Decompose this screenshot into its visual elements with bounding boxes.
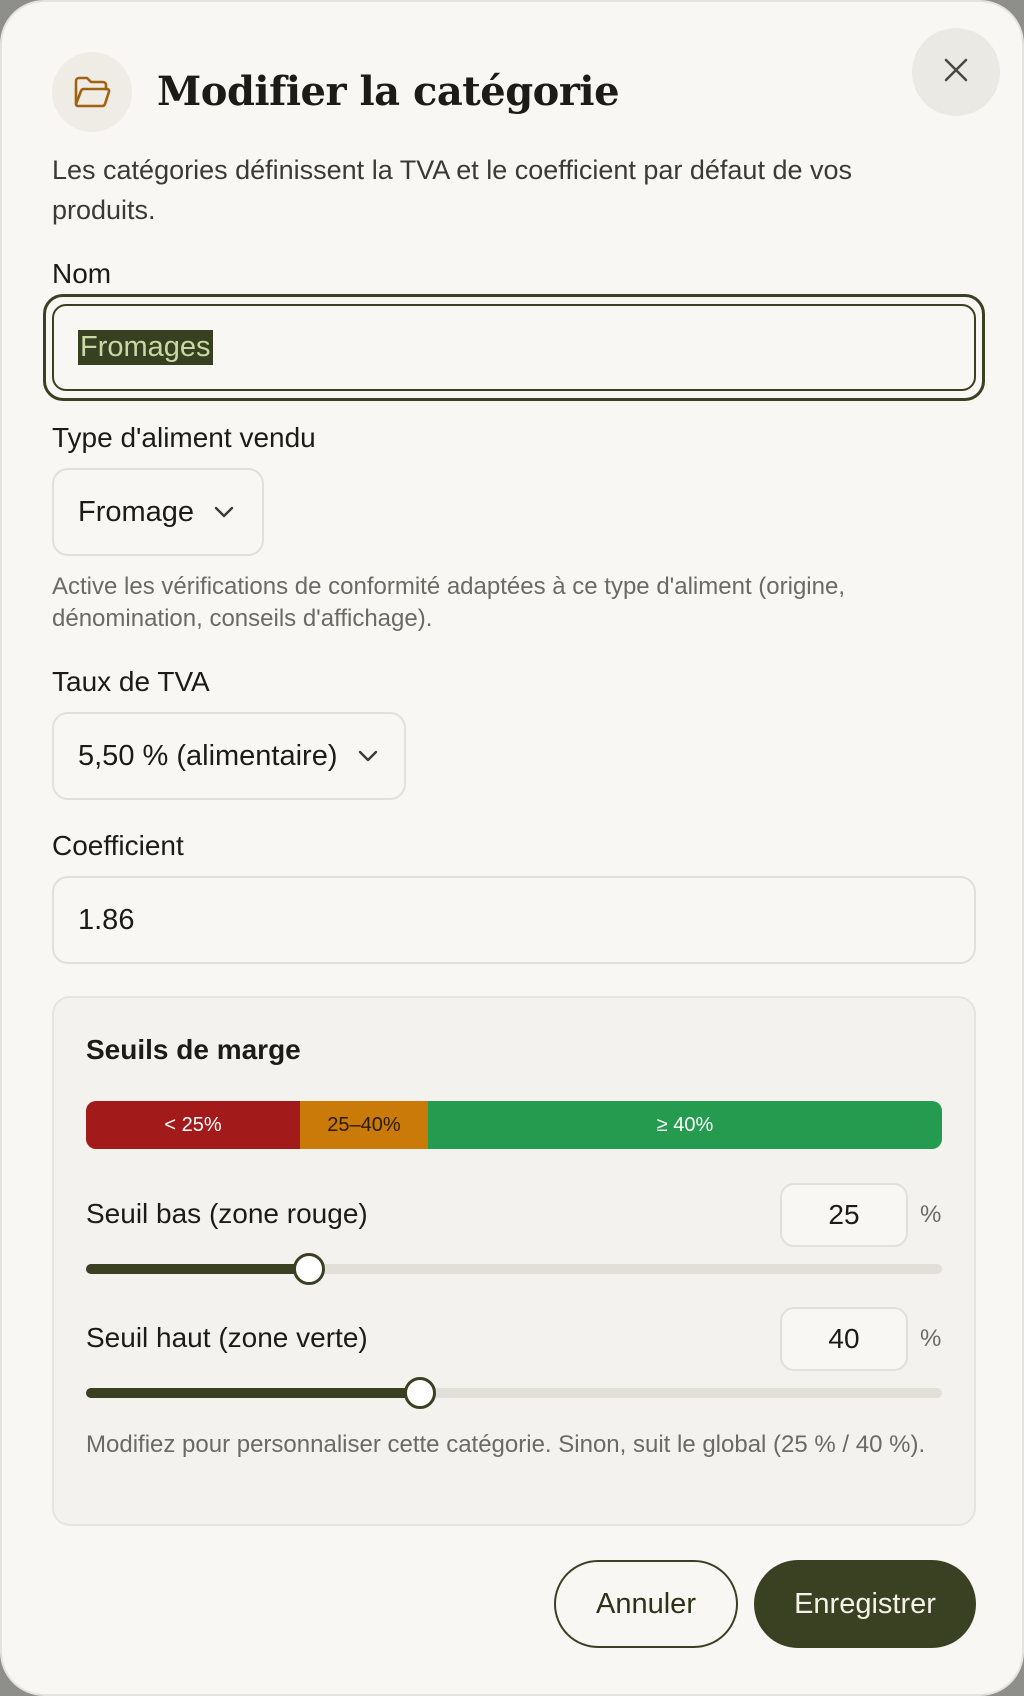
dialog-title: Modifier la catégorie <box>157 68 620 115</box>
name-input[interactable]: Fromages <box>52 304 976 391</box>
high-threshold-slider[interactable] <box>86 1377 942 1409</box>
zone-green-segment: ≥ 40% <box>428 1101 942 1149</box>
dialog-description: Les catégories définissent la TVA et le … <box>52 155 852 225</box>
chevron-down-icon <box>358 750 378 762</box>
zone-red-segment: < 25% <box>86 1101 300 1149</box>
name-label: Nom <box>52 258 112 289</box>
margin-zones-bar: < 25% 25–40% ≥ 40% <box>86 1101 942 1149</box>
high-threshold-label: Seuil haut (zone verte) <box>86 1322 368 1353</box>
edit-category-dialog: Modifier la catégorie Les catégories déf… <box>0 0 1024 1696</box>
vat-value: 5,50 % (alimentaire) <box>78 739 338 772</box>
food-type-select[interactable]: Fromage <box>52 468 264 556</box>
folder-open-icon <box>52 52 132 132</box>
save-button[interactable]: Enregistrer <box>754 1560 976 1648</box>
coefficient-input[interactable]: 1.86 <box>52 876 976 964</box>
high-threshold-input[interactable]: 40 <box>780 1307 908 1371</box>
coefficient-label: Coefficient <box>52 830 184 861</box>
low-threshold-slider-thumb[interactable] <box>292 1253 325 1285</box>
chevron-down-icon <box>214 506 234 518</box>
food-type-hint: Active les vérifications de conformité a… <box>52 573 845 632</box>
close-button[interactable] <box>912 28 1000 116</box>
low-threshold-slider[interactable] <box>86 1253 942 1285</box>
high-threshold-unit: % <box>920 1325 942 1352</box>
food-type-value: Fromage <box>78 495 195 528</box>
low-threshold-label: Seuil bas (zone rouge) <box>86 1198 368 1229</box>
vat-label: Taux de TVA <box>52 666 210 697</box>
cancel-button[interactable]: Annuler <box>554 1560 738 1648</box>
zone-orange-segment: 25–40% <box>300 1101 428 1149</box>
margin-thresholds-hint: Modifiez pour personnaliser cette catégo… <box>86 1431 926 1458</box>
coefficient-value: 1.86 <box>78 903 135 936</box>
food-type-label: Type d'aliment vendu <box>52 422 316 453</box>
name-input-value: Fromages <box>78 330 213 365</box>
high-threshold-slider-thumb[interactable] <box>403 1377 436 1409</box>
vat-select[interactable]: 5,50 % (alimentaire) <box>52 712 406 800</box>
close-icon <box>942 56 970 89</box>
low-threshold-unit: % <box>920 1201 942 1228</box>
low-threshold-slider-fill <box>86 1264 309 1274</box>
margin-thresholds-title: Seuils de marge <box>86 1034 301 1065</box>
low-threshold-input[interactable]: 25 <box>780 1183 908 1247</box>
high-threshold-slider-fill <box>86 1388 420 1398</box>
